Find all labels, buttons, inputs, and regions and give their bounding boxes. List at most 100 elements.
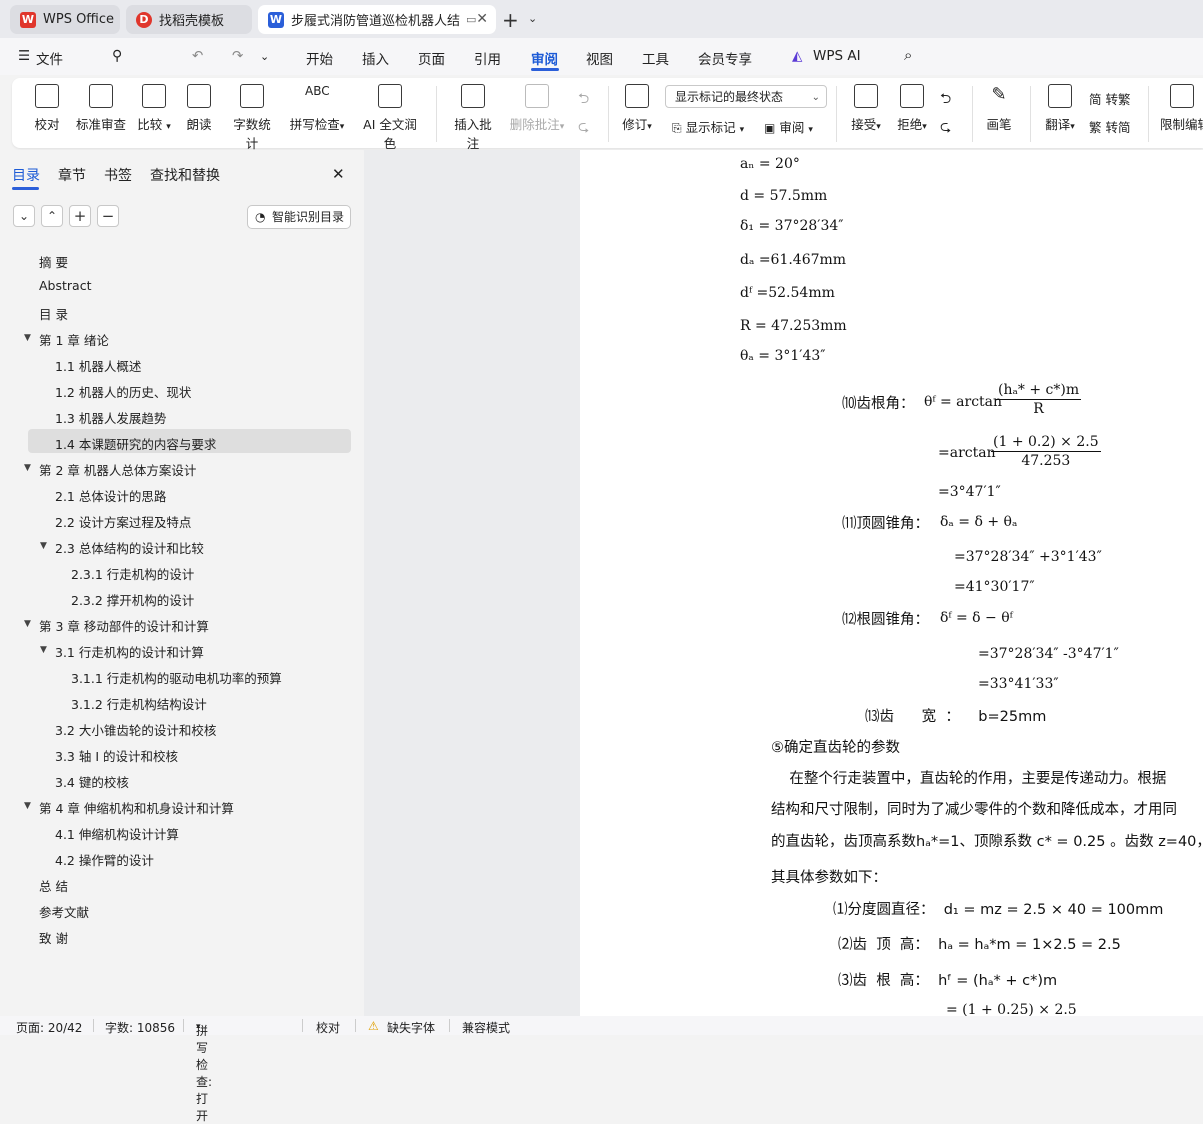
move-up-button[interactable]: ⌃ (41, 205, 63, 227)
add-heading-button[interactable]: + (69, 205, 91, 227)
toc-item[interactable]: 参考文献 (39, 902, 89, 921)
display-state-select[interactable]: 显示标记的最终状态 ⌄ (665, 85, 827, 108)
toc-item[interactable]: 第 2 章 机器人总体方案设计 (39, 460, 196, 479)
close-pane-icon[interactable]: ✕ (332, 165, 345, 183)
toc-item[interactable]: 2.1 总体设计的思路 (55, 486, 166, 505)
translate-button[interactable]: 翻译▾ (1042, 84, 1078, 133)
nav-tab-chapters[interactable]: 章节 (58, 165, 86, 185)
toc-expand-arrow-icon[interactable]: ▼ (40, 645, 47, 655)
hamburger-icon[interactable]: ☰ (18, 48, 30, 64)
read-aloud-button[interactable]: 朗读 (186, 84, 212, 133)
toc-item[interactable]: 第 1 章 绪论 (39, 330, 109, 349)
toc-expand-arrow-icon[interactable]: ▼ (24, 333, 31, 343)
to-traditional-button[interactable]: 简 转繁 (1089, 89, 1131, 108)
menu-review[interactable]: 审阅 (531, 48, 558, 68)
toc-expand-arrow-icon[interactable]: ▼ (24, 801, 31, 811)
menu-home[interactable]: 开始 (306, 48, 333, 68)
ai-polish-button[interactable]: AI 全文润色 (358, 84, 422, 152)
param-line: δ₁ = 37°28′34″ (740, 218, 844, 234)
toc-item[interactable]: 第 3 章 移动部件的设计和计算 (39, 616, 209, 635)
toc-item[interactable]: 4.1 伸缩机构设计计算 (55, 824, 179, 843)
restrict-edit-button[interactable]: 限制编辑 (1160, 84, 1203, 133)
toc-expand-arrow-icon[interactable]: ▼ (24, 619, 31, 629)
toc-item[interactable]: 1.3 机器人发展趋势 (55, 408, 166, 427)
toc-item[interactable]: 1.4 本课题研究的内容与要求 (55, 434, 216, 453)
toc-item[interactable]: 致 谢 (39, 928, 68, 947)
chevron-down-icon: ▾ (559, 122, 565, 132)
menu-reference[interactable]: 引用 (474, 48, 501, 68)
proofread-button[interactable]: 校对 (34, 84, 60, 133)
toc-item[interactable]: 1.1 机器人概述 (55, 356, 141, 375)
toc-item[interactable]: 2.3.2 撑开机构的设计 (71, 590, 194, 609)
insert-comment-icon (461, 84, 485, 108)
nav-tab-bookmarks[interactable]: 书签 (104, 165, 132, 185)
quick-access-chevron-icon[interactable]: ⌄ (260, 50, 269, 63)
new-tab-icon[interactable]: + (502, 8, 519, 32)
next-comment-icon[interactable]: ⮎ (578, 116, 589, 140)
undo-icon[interactable]: ↶ (192, 48, 203, 64)
menu-page[interactable]: 页面 (418, 48, 445, 68)
proofread-status[interactable]: 校对 (316, 1019, 340, 1036)
toc-item[interactable]: 3.2 大小锥齿轮的设计和校核 (55, 720, 216, 739)
move-down-button[interactable]: ⌄ (13, 205, 35, 227)
toc-item[interactable]: 总 结 (39, 876, 68, 895)
toc-item[interactable]: 3.1.2 行走机构结构设计 (71, 694, 207, 713)
reject-button[interactable]: 拒绝▾ (894, 84, 930, 133)
toc-item[interactable]: 3.3 轴 I 的设计和校核 (55, 746, 178, 765)
section-heading: ⑤确定直齿轮的参数 (771, 740, 900, 756)
menu-wps-ai[interactable]: WPS AI (813, 48, 861, 64)
standard-review-button[interactable]: 标准审查 (76, 84, 126, 133)
menu-tools[interactable]: 工具 (642, 48, 669, 68)
review-pane-button[interactable]: ▣ 审阅 ▾ (764, 117, 813, 136)
spell-check-button[interactable]: ABC 拼写检查▾ (288, 84, 346, 133)
close-tab-icon[interactable]: ✕ (476, 11, 488, 27)
share-icon[interactable]: ⚲ (112, 48, 122, 64)
menu-insert[interactable]: 插入 (362, 48, 389, 68)
redo-icon[interactable]: ↷ (232, 48, 243, 64)
toc-item[interactable]: 2.3 总体结构的设计和比较 (55, 538, 204, 557)
smart-toc-button[interactable]: ◔ 智能识别目录 (247, 205, 351, 229)
toc-item[interactable]: 3.4 键的校核 (55, 772, 129, 791)
toc-item[interactable]: 4.2 操作臂的设计 (55, 850, 154, 869)
chevron-down-icon: ▾ (339, 122, 345, 132)
page-indicator[interactable]: 页面: 20/42 (16, 1019, 82, 1036)
toc-item[interactable]: 摘 要 (39, 252, 68, 271)
toc-expand-arrow-icon[interactable]: ▼ (40, 541, 47, 551)
toc-item[interactable]: 3.1.1 行走机构的驱动电机功率的预算 (71, 668, 282, 687)
read-aloud-icon (187, 84, 211, 108)
document-page[interactable]: aₙ = 20° d = 57.5mm δ₁ = 37°28′34″ dₐ =6… (580, 150, 1203, 1016)
toc-item[interactable]: 3.1 行走机构的设计和计算 (55, 642, 204, 661)
toc-item[interactable]: 目 录 (39, 304, 68, 323)
toc-item[interactable]: Abstract (39, 278, 91, 293)
toc-expand-arrow-icon[interactable]: ▼ (24, 463, 31, 473)
tab-list-chevron-icon[interactable]: ⌄ (528, 12, 537, 25)
compare-button[interactable]: 比较 ▾ (136, 84, 172, 133)
revise-button[interactable]: 修订▾ (620, 84, 654, 133)
missing-font-status[interactable]: 缺失字体 (387, 1019, 435, 1036)
remove-heading-button[interactable]: − (97, 205, 119, 227)
show-markup-button[interactable]: ⎘ 显示标记 ▾ (672, 117, 744, 136)
next-change-icon[interactable]: ⮎ (940, 116, 951, 140)
toc-item[interactable]: 1.2 机器人的历史、现状 (55, 382, 191, 401)
word-count-button[interactable]: 字数统计 (228, 84, 276, 152)
pen-button[interactable]: ✎ 画笔 (986, 84, 1012, 133)
delete-comment-button[interactable]: 删除批注▾ (508, 84, 566, 133)
menu-file[interactable]: 文件 (36, 48, 63, 68)
accept-button[interactable]: 接受▾ (848, 84, 884, 133)
menu-membership[interactable]: 会员专享 (698, 48, 752, 68)
search-icon[interactable]: ⌕ (904, 46, 912, 64)
insert-comment-button[interactable]: 插入批注 (449, 84, 497, 152)
to-simplified-button[interactable]: 繁 转简 (1089, 117, 1131, 136)
toc-item[interactable]: 第 4 章 伸缩机构和机身设计和计算 (39, 798, 234, 817)
word-count-indicator[interactable]: 字数: 10856 (105, 1019, 175, 1036)
previous-comment-icon[interactable]: ⮌ (578, 88, 589, 112)
tab-templates[interactable]: D 找稻壳模板 (126, 5, 252, 34)
nav-tab-find-replace[interactable]: 查找和替换 (150, 165, 220, 185)
tab-wps-office[interactable]: W WPS Office (10, 5, 120, 34)
toc-item[interactable]: 2.2 设计方案过程及特点 (55, 512, 191, 531)
previous-change-icon[interactable]: ⮌ (940, 88, 951, 112)
nav-tab-toc[interactable]: 目录 (12, 165, 40, 185)
menu-view[interactable]: 视图 (586, 48, 613, 68)
toc-item[interactable]: 2.3.1 行走机构的设计 (71, 564, 194, 583)
tab-document[interactable]: W 步履式消防管道巡检机器人结 ▭ ✕ (258, 5, 496, 34)
